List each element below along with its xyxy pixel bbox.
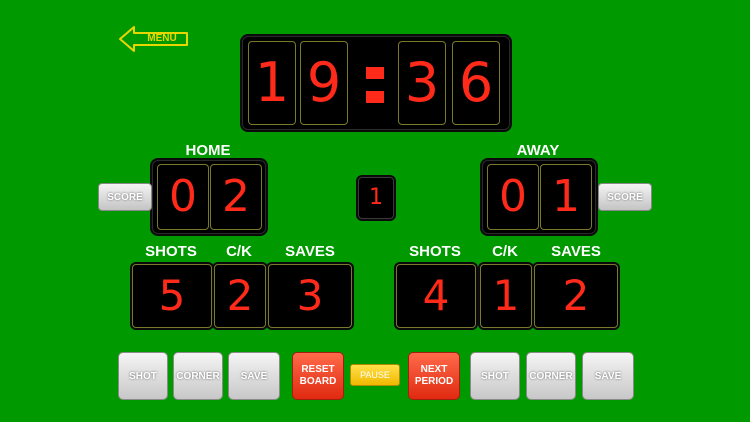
reset-line2: BOARD	[299, 376, 337, 387]
home-shots-value: 5	[132, 264, 212, 328]
colon-bottom-dot	[366, 91, 384, 103]
away-corner-button[interactable]: CORNER	[526, 352, 576, 400]
away-shots-value: 4	[396, 264, 476, 328]
reset-board-button[interactable]: RESET BOARD	[292, 352, 344, 400]
home-score-ones: 2	[210, 164, 262, 230]
away-save-button[interactable]: SAVE	[582, 352, 634, 400]
home-save-button[interactable]: SAVE	[228, 352, 280, 400]
home-saves-value: 3	[268, 264, 352, 328]
home-ck-label: C/K	[226, 243, 252, 260]
away-score-tens: 0	[487, 164, 539, 230]
away-saves-value: 2	[534, 264, 618, 328]
next-line2: PERIOD	[414, 376, 454, 387]
home-shot-button[interactable]: SHOT	[118, 352, 168, 400]
colon-top-dot	[366, 67, 384, 79]
menu-label: MENU	[147, 33, 177, 44]
home-score-tens: 0	[157, 164, 209, 230]
away-ck-label: C/K	[492, 243, 518, 260]
home-label: HOME	[185, 142, 231, 159]
period-display: 1	[358, 177, 394, 219]
next-period-button[interactable]: NEXT PERIOD	[408, 352, 460, 400]
away-label: AWAY	[516, 142, 560, 159]
away-shots-label: SHOTS	[409, 243, 461, 260]
away-score-ones: 1	[540, 164, 592, 230]
away-saves-label: SAVES	[551, 243, 601, 260]
clock-minutes-ones: 9	[300, 41, 348, 125]
next-line1: NEXT	[420, 364, 448, 375]
home-ck-value: 2	[214, 264, 266, 328]
away-ck-value: 1	[480, 264, 532, 328]
home-shots-label: SHOTS	[145, 243, 197, 260]
clock-colon	[366, 67, 384, 103]
clock-seconds-tens: 3	[398, 41, 446, 125]
menu-button[interactable]: MENU	[118, 25, 190, 53]
away-shot-button[interactable]: SHOT	[470, 352, 520, 400]
pause-button[interactable]: PAUSE	[350, 364, 400, 386]
clock-seconds-ones: 6	[452, 41, 500, 125]
home-corner-button[interactable]: CORNER	[173, 352, 223, 400]
away-score-button[interactable]: SCORE	[598, 183, 652, 211]
home-saves-label: SAVES	[285, 243, 335, 260]
clock-minutes-tens: 1	[248, 41, 296, 125]
home-score-button[interactable]: SCORE	[98, 183, 152, 211]
reset-line1: RESET	[301, 364, 335, 375]
